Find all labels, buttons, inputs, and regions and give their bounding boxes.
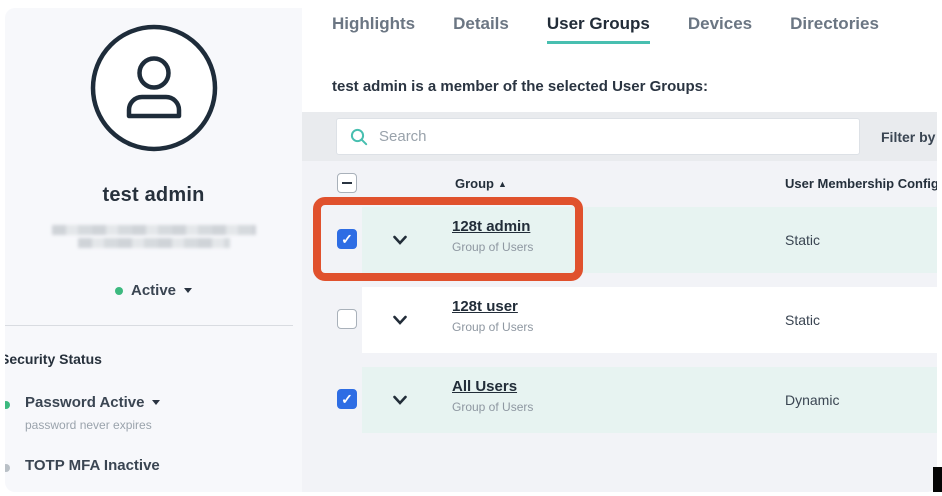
row-checkbox[interactable] [337, 309, 357, 329]
group-type-label: Group of Users [452, 400, 533, 414]
totp-status-item: TOTP MFA Inactive [25, 457, 160, 474]
search-input-container [336, 118, 860, 155]
active-status-dot-icon [115, 287, 123, 295]
table-row: 128t user Group of Users Static [302, 287, 937, 353]
user-groups-table: Group▲ User Membership Configuration 128… [302, 161, 937, 492]
tab-label: Details [453, 14, 509, 33]
membership-column-header: User Membership Configuration [785, 176, 937, 191]
row-checkbox[interactable] [337, 229, 357, 249]
membership-value: Dynamic [785, 367, 839, 433]
screenshot-canvas: test admin Active Security Status Passwo… [0, 0, 942, 496]
user-avatar-icon [88, 22, 220, 154]
tab-directories[interactable]: Directories [790, 14, 879, 44]
app-window: test admin Active Security Status Passwo… [5, 8, 937, 492]
group-cell: 128t user Group of Users Static [362, 287, 937, 353]
table-row: All Users Group of Users Dynamic [302, 367, 937, 433]
membership-value: Static [785, 207, 820, 273]
table-header-row: Group▲ User Membership Configuration [302, 161, 937, 207]
group-type-label: Group of Users [452, 240, 533, 254]
table-row: 128t admin Group of Users Static [302, 207, 937, 273]
redacted-email [5, 222, 302, 251]
password-expiry-note: password never expires [25, 418, 152, 432]
chevron-down-icon[interactable] [392, 395, 408, 405]
group-link[interactable]: All Users [452, 378, 517, 395]
redacted-line [78, 238, 230, 248]
group-cell: 128t admin Group of Users Static [362, 207, 937, 273]
tab-label: Devices [688, 14, 752, 33]
chevron-down-icon [152, 400, 160, 405]
window-edge-artifact [933, 467, 942, 492]
totp-status-label: TOTP MFA Inactive [25, 457, 160, 474]
group-name-block: 128t user Group of Users [452, 298, 533, 334]
group-name-block: All Users Group of Users [452, 378, 533, 414]
redacted-line [52, 225, 256, 235]
sort-ascending-icon: ▲ [498, 179, 507, 189]
tab-highlights[interactable]: Highlights [332, 14, 415, 44]
tab-label: Highlights [332, 14, 415, 33]
group-name-block: 128t admin Group of Users [452, 218, 533, 254]
user-detail-main-panel: Highlights Details User Groups Devices D… [302, 8, 937, 492]
filter-by-dropdown[interactable]: Filter by [881, 112, 935, 161]
group-link[interactable]: 128t admin [452, 218, 530, 235]
password-status-label: Password Active [25, 394, 145, 411]
security-status-heading: Security Status [5, 351, 102, 367]
user-status-label: Active [131, 282, 176, 299]
chevron-down-icon [184, 288, 192, 293]
profile-name: test admin [5, 184, 302, 207]
search-filter-bar: Filter by [302, 112, 937, 161]
search-input[interactable] [379, 128, 859, 145]
group-type-label: Group of Users [452, 320, 533, 334]
totp-status-dot-icon [5, 464, 10, 472]
group-column-header[interactable]: Group▲ [455, 176, 507, 191]
detail-tabs: Highlights Details User Groups Devices D… [332, 14, 879, 44]
sidebar-divider [5, 325, 293, 326]
group-cell: All Users Group of Users Dynamic [362, 367, 937, 433]
membership-heading: test admin is a member of the selected U… [332, 78, 708, 95]
chevron-down-icon[interactable] [392, 315, 408, 325]
table-rows-container: 128t admin Group of Users Static 128t us… [302, 207, 937, 433]
password-status-dropdown[interactable]: Password Active [25, 394, 160, 411]
group-link[interactable]: 128t user [452, 298, 518, 315]
tab-label: User Groups [547, 14, 650, 33]
tab-user-groups[interactable]: User Groups [547, 14, 650, 44]
chevron-down-icon[interactable] [392, 235, 408, 245]
select-all-checkbox[interactable] [337, 173, 357, 193]
tab-details[interactable]: Details [453, 14, 509, 44]
search-icon [350, 128, 368, 146]
user-status-dropdown[interactable]: Active [5, 282, 302, 299]
membership-value: Static [785, 287, 820, 353]
row-checkbox[interactable] [337, 389, 357, 409]
password-status-dot-icon [5, 401, 10, 409]
tab-devices[interactable]: Devices [688, 14, 752, 44]
user-profile-sidebar: test admin Active Security Status Passwo… [5, 8, 302, 492]
tab-label: Directories [790, 14, 879, 33]
